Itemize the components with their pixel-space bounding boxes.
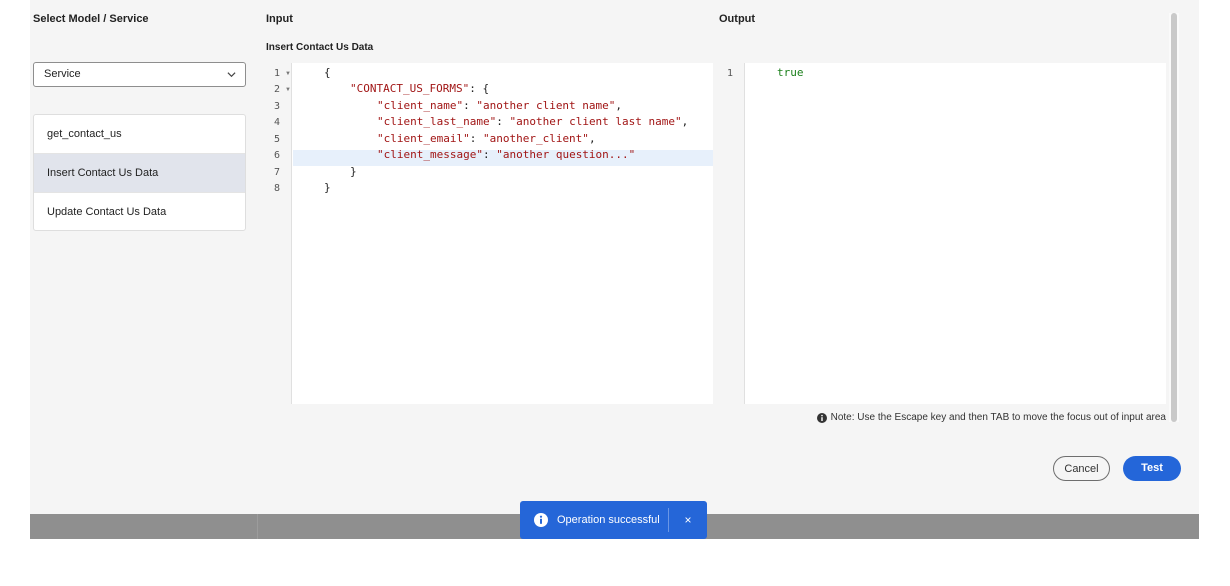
- line-number: 1: [274, 68, 281, 79]
- code-line: "client_email": "another_client",: [377, 132, 596, 145]
- code-value: "another question...": [496, 148, 636, 161]
- operation-item-update-contact-us-data[interactable]: Update Contact Us Data: [34, 193, 245, 230]
- code-key: "client_email": [377, 132, 470, 145]
- line-number: 4: [274, 117, 281, 128]
- line-number: 1: [727, 68, 734, 79]
- info-icon: [534, 513, 548, 527]
- code-value: "another_client": [482, 132, 589, 145]
- close-icon[interactable]: ×: [680, 512, 696, 528]
- select-model-title: Select Model / Service: [33, 13, 149, 25]
- service-select[interactable]: Service: [33, 62, 246, 87]
- code-line: "CONTACT_US_FORMS": {: [350, 82, 490, 95]
- code-line: "client_name": "another client name",: [377, 99, 623, 112]
- toast-divider: [668, 508, 669, 532]
- output-title: Output: [719, 13, 756, 25]
- code-key: "client_last_name": [377, 115, 497, 128]
- operation-item-get-contact-us[interactable]: get_contact_us: [34, 115, 245, 154]
- chevron-down-icon: [227, 72, 236, 78]
- operation-list: get_contact_us Insert Contact Us Data Up…: [33, 114, 246, 231]
- code-key: "client_message": [377, 148, 483, 161]
- focus-note-text: Note: Use the Escape key and then TAB to…: [830, 412, 1166, 423]
- toast-message: Operation successful: [557, 514, 660, 526]
- info-icon: [816, 412, 827, 423]
- bottom-bar-divider: [257, 514, 258, 539]
- code-key: "CONTACT_US_FORMS": [350, 82, 470, 95]
- output-editor-gutter: 1: [714, 63, 745, 404]
- operation-item-label: Update Contact Us Data: [47, 206, 167, 218]
- output-editor[interactable]: 1 true: [714, 63, 1166, 404]
- line-number: 6: [274, 150, 281, 161]
- line-number: 7: [274, 167, 281, 178]
- success-toast: Operation successful ×: [520, 501, 707, 539]
- service-select-value: Service: [44, 68, 81, 80]
- code-brace: {: [324, 66, 331, 79]
- code-line: }: [324, 180, 331, 197]
- operation-item-label: get_contact_us: [47, 128, 122, 140]
- line-number: 3: [274, 101, 281, 112]
- line-number: 5: [274, 134, 281, 145]
- focus-note: Note: Use the Escape key and then TAB to…: [816, 412, 1166, 423]
- line-number: 2: [274, 84, 281, 95]
- code-brace: }: [324, 181, 331, 194]
- input-editor-gutter: 1 ▼ 2 ▼ 3 4 5 6 7 8: [260, 63, 292, 404]
- code-line: }: [350, 164, 357, 181]
- panel-scrollbar[interactable]: [1169, 13, 1179, 422]
- input-title: Input: [266, 13, 293, 25]
- fold-arrow-icon[interactable]: ▼: [285, 87, 291, 93]
- operation-item-insert-contact-us-data[interactable]: Insert Contact Us Data: [34, 154, 245, 193]
- input-editor[interactable]: 1 ▼ 2 ▼ 3 4 5 6 7 8 { "CONTACT_US_FORMS"…: [260, 63, 713, 404]
- code-key: "client_name": [377, 99, 464, 112]
- code-line: "client_message": "another question...": [377, 148, 636, 161]
- line-number: 8: [274, 183, 281, 194]
- code-line: {: [324, 65, 331, 82]
- input-subtitle: Insert Contact Us Data: [266, 42, 374, 53]
- operation-item-label: Insert Contact Us Data: [47, 167, 159, 179]
- output-value: true: [777, 66, 804, 79]
- code-line: "client_last_name": "another client last…: [377, 115, 689, 128]
- scrollbar-thumb[interactable]: [1171, 13, 1177, 422]
- test-button[interactable]: Test: [1123, 456, 1181, 481]
- code-value: "another client name": [476, 99, 616, 112]
- code-value: "another client last name": [509, 115, 682, 128]
- fold-arrow-icon[interactable]: ▼: [285, 71, 291, 77]
- cancel-button[interactable]: Cancel: [1053, 456, 1110, 481]
- code-brace: }: [350, 165, 357, 178]
